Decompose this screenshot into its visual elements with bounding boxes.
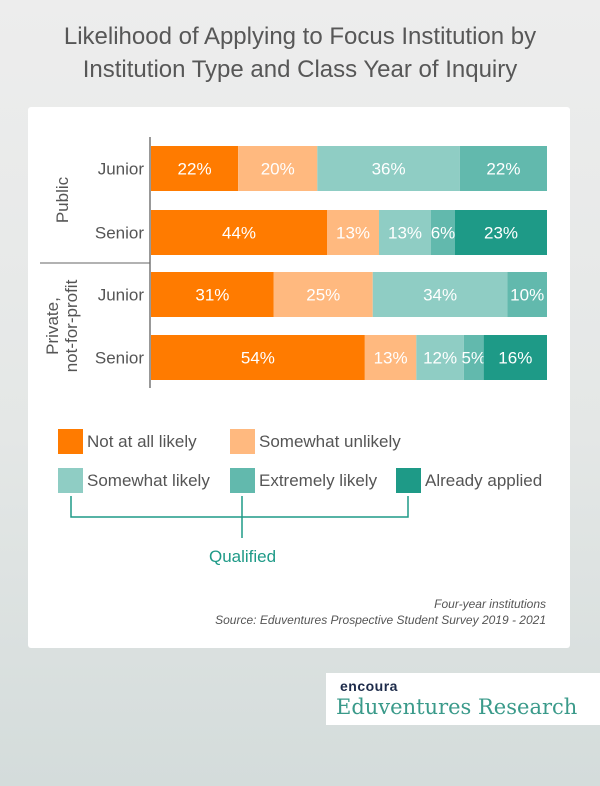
bar-data-label: 16% (498, 349, 532, 368)
bar-data-label: 31% (195, 286, 229, 305)
legend-item: Already applied (396, 468, 542, 493)
qualified-bracket (70, 496, 409, 518)
bar-data-label: 25% (306, 286, 340, 305)
logo: encoura Eduventures Research (326, 673, 600, 725)
legend-swatch (230, 468, 255, 493)
legend-label: Somewhat unlikely (259, 431, 401, 451)
bar-data-label: 12% (423, 349, 457, 368)
group-label-private-line2: not-for-profit (62, 279, 81, 372)
legend-item: Somewhat likely (58, 468, 210, 493)
logo-brand: encoura (340, 678, 398, 694)
bar-data-label: 54% (241, 349, 275, 368)
legend-item: Extremely likely (230, 468, 377, 493)
legend-label: Not at all likely (87, 431, 197, 451)
bar-data-label: 22% (486, 160, 520, 179)
legend-item: Somewhat unlikely (230, 429, 401, 454)
row-label: Senior (95, 224, 144, 243)
bar-data-label: 10% (510, 286, 544, 305)
legend-label: Extremely likely (259, 470, 378, 490)
legend-label: Already applied (425, 470, 543, 490)
legend-label: Somewhat likely (87, 470, 210, 490)
logo-subtitle: Eduventures Research (336, 695, 578, 719)
group-label-private-line1: Private, (43, 297, 62, 355)
bar-data-label: 20% (261, 160, 295, 179)
bar-data-label: 36% (372, 160, 406, 179)
row-label: Junior (98, 286, 145, 305)
bar-data-label: 22% (178, 160, 212, 179)
note-source: Source: Eduventures Prospective Student … (215, 613, 546, 627)
legend-swatch (230, 429, 255, 454)
row-label: Senior (95, 349, 144, 368)
legend-swatch (58, 429, 83, 454)
legend-item: Not at all likely (58, 429, 197, 454)
qualified-label: Qualified (209, 547, 277, 566)
bar-data-label: 6% (431, 224, 456, 243)
bar-data-label: 13% (388, 224, 422, 243)
bar-data-label: 44% (222, 224, 256, 243)
bar-data-label: 13% (374, 349, 408, 368)
bar-data-label: 34% (423, 286, 457, 305)
bar-data-label: 13% (336, 224, 370, 243)
note-population: Four-year institutions (434, 597, 546, 611)
bar-data-label: 5% (461, 349, 486, 368)
group-label-public: Public (53, 176, 72, 223)
bars-layer: 22% 20% 36% 22% 44% 13% 13% 6% 23% 31% 25% 34% 10% 54… (151, 146, 547, 380)
legend-swatch (58, 468, 83, 493)
bar-data-label: 23% (484, 224, 518, 243)
legend-swatch (396, 468, 421, 493)
row-label: Junior (98, 160, 145, 179)
chart-svg: 22% 20% 36% 22% 44% 13% 13% 6% 23% 31% 25% 34% 10% 54… (40, 137, 547, 538)
